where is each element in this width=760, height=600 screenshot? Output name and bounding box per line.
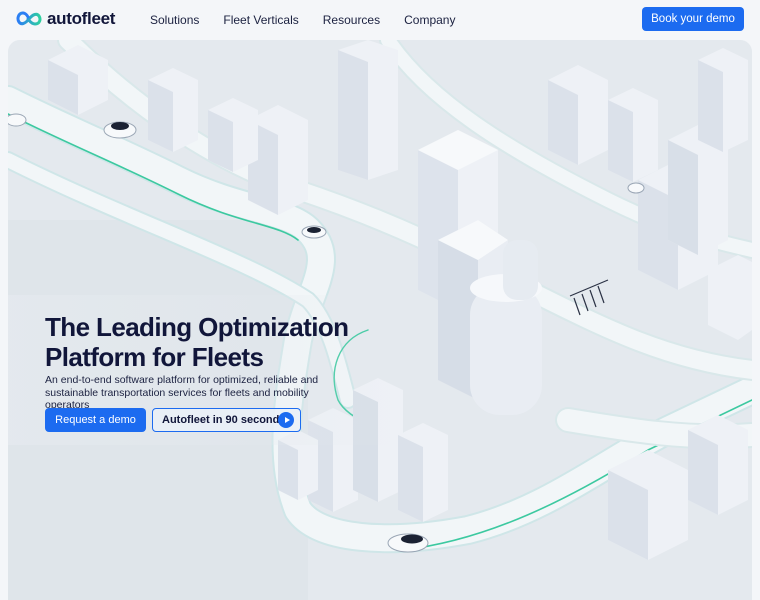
play-icon (278, 412, 294, 428)
menu-item-fleet-verticals[interactable]: Fleet Verticals (223, 13, 298, 27)
infinity-logo-icon (16, 11, 42, 26)
hero-subtitle: An end-to-end software platform for opti… (45, 374, 345, 412)
hero-section: The Leading Optimization Platform for Fl… (8, 40, 752, 600)
watch-video-label: Autofleet in 90 seconds (162, 414, 286, 426)
watch-video-button[interactable]: Autofleet in 90 seconds (152, 408, 301, 432)
autofleet-logo[interactable]: autofleet (16, 9, 115, 29)
main-menu: Solutions Fleet Verticals Resources Comp… (150, 13, 479, 27)
menu-item-resources[interactable]: Resources (323, 13, 380, 27)
top-navigation: autofleet Solutions Fleet Verticals Reso… (0, 0, 760, 40)
book-demo-button[interactable]: Book your demo (642, 7, 744, 31)
hero-title-line-1: The Leading Optimization (45, 312, 349, 342)
hero-subtitle-line-1: An end-to-end software platform for opti… (45, 374, 319, 386)
hero-title: The Leading Optimization Platform for Fl… (45, 312, 405, 372)
hero-title-line-2: Platform for Fleets (45, 342, 264, 372)
menu-item-solutions[interactable]: Solutions (150, 13, 199, 27)
menu-item-company[interactable]: Company (404, 13, 455, 27)
brand-name: autofleet (47, 9, 116, 28)
request-demo-button[interactable]: Request a demo (45, 408, 146, 432)
